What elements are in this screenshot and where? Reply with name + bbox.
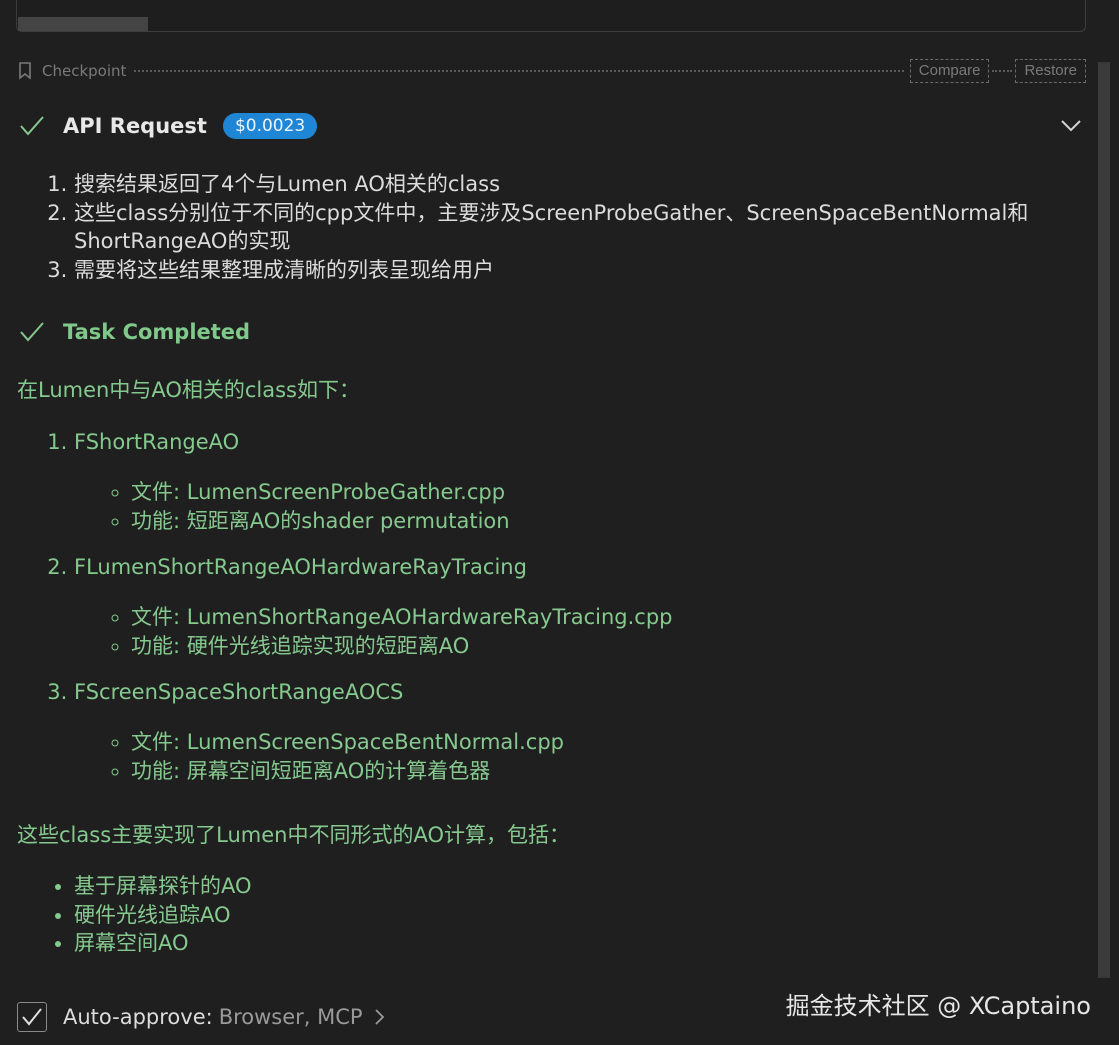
message-input-box[interactable] <box>16 0 1086 32</box>
task-intro: 在Lumen中与AO相关的class如下： <box>17 378 360 402</box>
list-item: 屏幕空间AO <box>74 929 252 958</box>
auto-approve-label: Auto-approve: <box>63 1005 213 1029</box>
chevron-right-icon[interactable] <box>373 1007 387 1027</box>
task-summary: 这些class主要实现了Lumen中不同形式的AO计算，包括： <box>17 823 570 847</box>
class-details: 文件: LumenScreenSpaceBentNormal.cpp 功能: 屏… <box>74 728 1119 785</box>
compare-button[interactable]: Compare <box>909 59 990 83</box>
watermark: 掘金技术社区 @ XCaptaino <box>785 992 1091 1020</box>
auto-approve-value: Browser, MCP <box>218 1005 363 1029</box>
task-completed-title: Task Completed <box>63 320 251 344</box>
summary-bullets: 基于屏幕探针的AO 硬件光线追踪AO 屏幕空间AO <box>18 872 252 958</box>
task-completed-header: Task Completed <box>18 313 250 351</box>
list-item: FLumenShortRangeAOHardwareRayTracing 文件:… <box>74 553 1119 660</box>
checkpoint-label: Checkpoint <box>42 62 127 80</box>
horizontal-scrollbar-thumb[interactable] <box>18 17 148 31</box>
class-file: 文件: LumenScreenProbeGather.cpp <box>131 478 1119 507</box>
cost-badge: $0.0023 <box>222 113 318 139</box>
list-item: 这些class分别位于不同的cpp文件中，主要涉及ScreenProbeGath… <box>74 199 1119 256</box>
class-file: 文件: LumenShortRangeAOHardwareRayTracing.… <box>131 603 1119 632</box>
class-name: FShortRangeAO <box>74 430 240 454</box>
api-request-title: API Request <box>63 114 207 138</box>
list-item: 硬件光线追踪AO <box>74 901 252 930</box>
list-item: FShortRangeAO 文件: LumenScreenProbeGather… <box>74 428 1119 535</box>
checkpoint-divider <box>134 70 904 72</box>
check-icon <box>18 318 46 346</box>
class-function: 功能: 短距离AO的shader permutation <box>131 507 1119 536</box>
check-icon <box>18 112 46 140</box>
class-function: 功能: 硬件光线追踪实现的短距离AO <box>131 632 1119 661</box>
class-details: 文件: LumenScreenProbeGather.cpp 功能: 短距离AO… <box>74 478 1119 535</box>
reasoning-list: 搜索结果返回了4个与Lumen AO相关的class 这些class分别位于不同… <box>18 170 1119 284</box>
class-name: FLumenShortRangeAOHardwareRayTracing <box>74 555 527 579</box>
class-function: 功能: 屏幕空间短距离AO的计算着色器 <box>131 757 1119 786</box>
check-icon <box>22 1008 42 1026</box>
checkpoint-divider-mid <box>992 70 1013 72</box>
class-list: FShortRangeAO 文件: LumenScreenProbeGather… <box>18 428 1119 803</box>
list-item: 基于屏幕探针的AO <box>74 872 252 901</box>
list-item: FScreenSpaceShortRangeAOCS 文件: LumenScre… <box>74 678 1119 785</box>
chevron-down-icon[interactable] <box>1060 114 1082 136</box>
auto-approve-checkbox[interactable] <box>17 1002 47 1032</box>
checkpoint-row: Checkpoint Compare Restore <box>18 58 1086 84</box>
bookmark-icon <box>18 62 32 80</box>
class-details: 文件: LumenShortRangeAOHardwareRayTracing.… <box>74 603 1119 660</box>
list-item: 搜索结果返回了4个与Lumen AO相关的class <box>74 170 1119 199</box>
list-item: 需要将这些结果整理成清晰的列表呈现给用户 <box>74 256 1119 285</box>
chat-panel: Checkpoint Compare Restore API Request $… <box>0 0 1119 1045</box>
class-file: 文件: LumenScreenSpaceBentNormal.cpp <box>131 728 1119 757</box>
restore-button[interactable]: Restore <box>1015 59 1086 83</box>
class-name: FScreenSpaceShortRangeAOCS <box>74 680 404 704</box>
auto-approve-row[interactable]: Auto-approve: Browser, MCP <box>17 1000 387 1034</box>
api-request-header[interactable]: API Request $0.0023 <box>18 106 1088 146</box>
